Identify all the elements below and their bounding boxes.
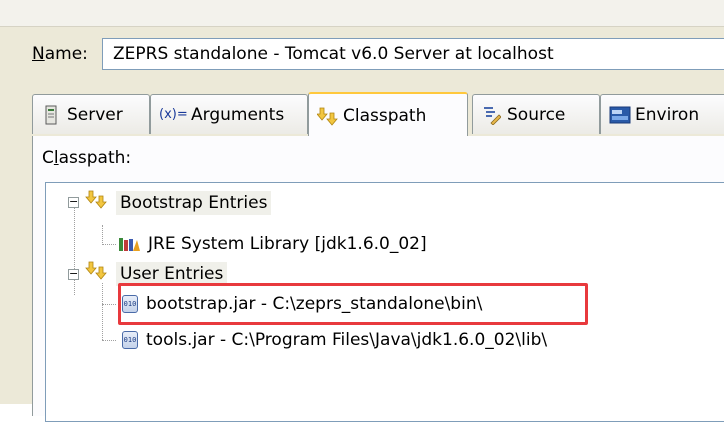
tree-connector	[102, 340, 116, 341]
classpath-label: Classpath:	[42, 148, 132, 168]
tab-classpath-label: Classpath	[343, 105, 427, 126]
tab-server[interactable]: Server	[32, 94, 150, 134]
classpath-panel: Classpath: − Bootstrap Entries JRE Syste…	[32, 136, 724, 422]
collapse-toggle-bootstrap[interactable]: −	[68, 196, 79, 208]
tab-environment[interactable]: Environ	[600, 94, 724, 134]
tree-connector	[102, 225, 103, 245]
arguments-icon: (x)=	[159, 107, 188, 122]
classpath-icon	[84, 261, 112, 288]
tab-arguments-label: Arguments	[191, 104, 285, 125]
tab-server-label: Server	[67, 104, 123, 125]
highlight-box	[118, 283, 588, 325]
tree-item-tools-jar[interactable]: 010 tools.jar - C:\Program Files\Java\jd…	[122, 325, 547, 355]
tree-connector	[102, 304, 116, 305]
tree-item-jre-library[interactable]: JRE System Library [jdk1.6.0_02]	[118, 229, 427, 259]
tab-classpath[interactable]: Classpath	[308, 92, 468, 137]
top-strip	[0, 0, 724, 27]
classpath-icon	[316, 106, 338, 126]
tab-bar: Server (x)= Arguments Classpath Source E…	[32, 92, 724, 137]
tree-item-bootstrap-entries[interactable]: Bootstrap Entries	[84, 188, 272, 218]
library-icon	[118, 236, 140, 252]
tab-source[interactable]: Source	[472, 94, 600, 134]
environment-icon	[609, 105, 631, 125]
name-field[interactable]: ZEPRS standalone - Tomcat v6.0 Server at…	[102, 38, 724, 70]
tab-source-label: Source	[507, 104, 566, 125]
name-label: Name:	[32, 44, 88, 64]
classpath-icon	[84, 190, 112, 217]
name-row: Name: ZEPRS standalone - Tomcat v6.0 Ser…	[32, 38, 724, 72]
tree-connector	[74, 207, 75, 295]
server-icon	[41, 105, 61, 125]
tree-item-label: Bootstrap Entries	[116, 191, 272, 215]
tree-item-label: JRE System Library [jdk1.6.0_02]	[148, 234, 427, 254]
jar-icon: 010	[122, 331, 138, 349]
tree-item-label: tools.jar - C:\Program Files\Java\jdk1.6…	[146, 330, 548, 350]
tab-arguments[interactable]: (x)= Arguments	[150, 94, 308, 134]
tab-environment-label: Environ	[635, 104, 700, 125]
source-icon	[481, 105, 502, 126]
launch-config-dialog: Name: ZEPRS standalone - Tomcat v6.0 Ser…	[0, 0, 724, 422]
tree-connector	[102, 244, 116, 245]
tree-connector	[102, 283, 103, 340]
collapse-toggle-user[interactable]: −	[68, 268, 79, 280]
